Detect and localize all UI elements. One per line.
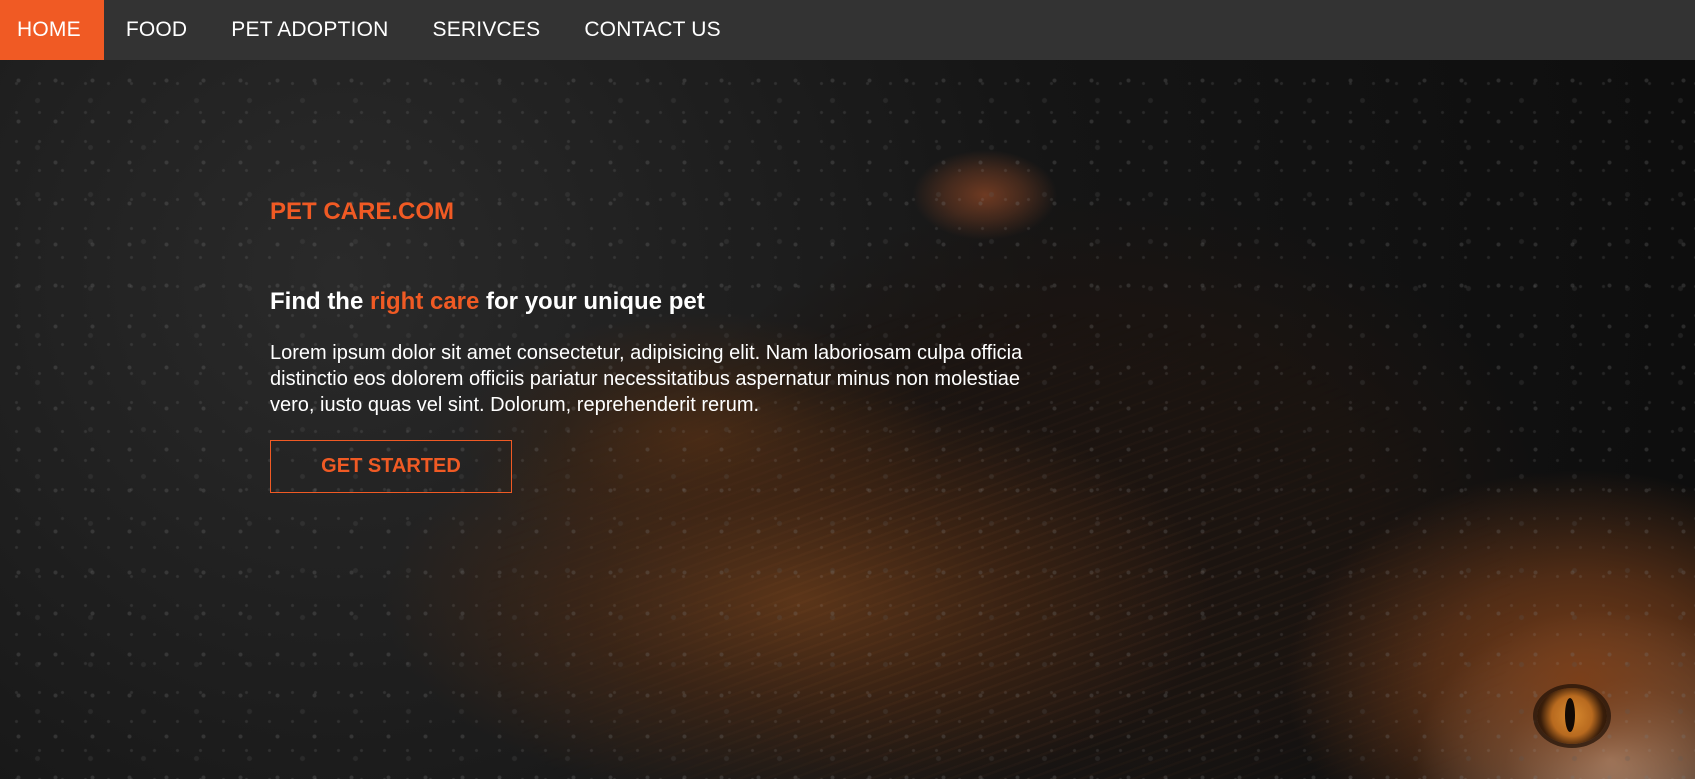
get-started-button[interactable]: GET STARTED <box>270 440 512 493</box>
brand-title: PET CARE.COM <box>270 198 455 225</box>
hero-headline: Find the right care for your unique pet <box>270 288 1030 316</box>
nav-item-pet-adoption[interactable]: PET ADOPTION <box>209 0 410 60</box>
headline-text-after: for your unique pet <box>479 288 705 315</box>
nav-item-food[interactable]: FOOD <box>104 0 209 60</box>
nav-item-services[interactable]: SERIVCES <box>411 0 563 60</box>
top-navbar: HOME FOOD PET ADOPTION SERIVCES CONTACT … <box>0 0 1695 60</box>
headline-text-before: Find the <box>270 288 370 315</box>
hero-content: PET CARE.COM Find the right care for you… <box>270 198 1030 493</box>
nav-item-contact-us[interactable]: CONTACT US <box>562 0 743 60</box>
headline-accent: right care <box>369 288 480 315</box>
cat-eye-image <box>1537 688 1607 744</box>
hero-description: Lorem ipsum dolor sit amet consectetur, … <box>270 342 1023 416</box>
nav-item-home[interactable]: HOME <box>0 0 104 60</box>
